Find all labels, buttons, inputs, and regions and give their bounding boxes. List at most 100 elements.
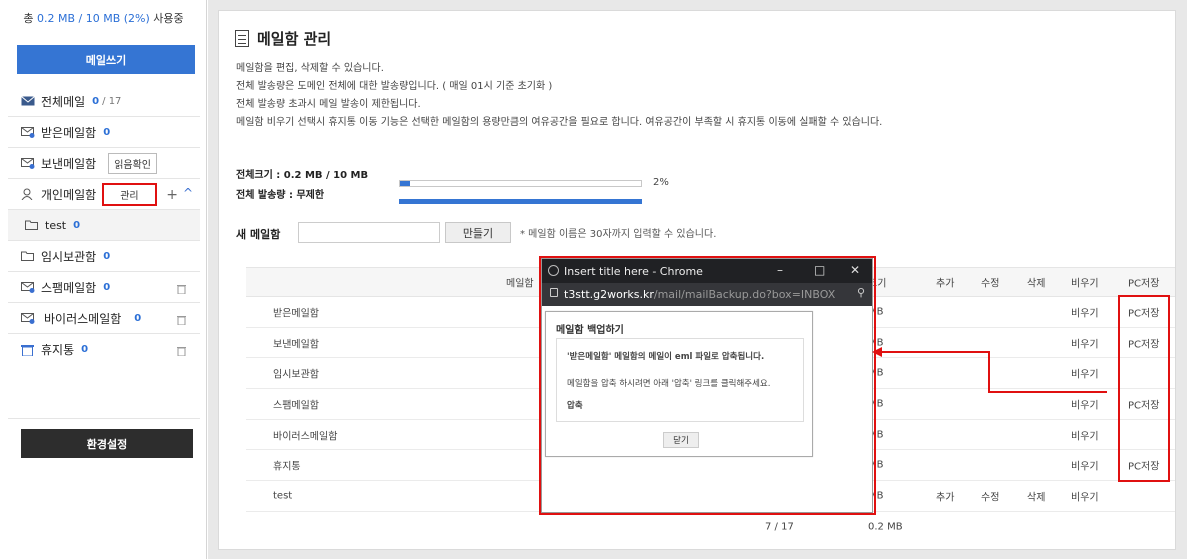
header-edit: 수정	[981, 278, 1000, 290]
maximize-icon[interactable]: □	[814, 263, 825, 277]
header-pc-save: PC저장	[1128, 278, 1160, 290]
usage-bar-fill	[400, 181, 410, 186]
row-name: 보낸메일함	[273, 339, 319, 351]
popup-message-line1: '받은메일함' 메일함의 메일이 eml 파일로 압축됩니다.	[567, 352, 765, 362]
send-bar	[399, 199, 642, 204]
page-title-text: 메일함 관리	[257, 30, 332, 48]
description-line: 전체 발송량은 도메인 전체에 대한 발송량입니다. ( 매일 01시 기준 초…	[236, 81, 553, 92]
sidebar-item-label: 보낸메일함	[41, 156, 97, 171]
edit-link[interactable]: 수정	[981, 488, 999, 503]
url-host: t3stt.g2works.kr	[564, 288, 654, 301]
table-footer: 7 / 17 0.2 MB	[246, 512, 1175, 542]
sidebar: 총 0.2 MB / 10 MB (2%) 사용중 메일쓰기 전체메일 0 / …	[0, 0, 207, 559]
chevron-up-icon[interactable]: ^	[183, 186, 193, 200]
divider	[8, 418, 200, 419]
manage-button[interactable]: 관리	[102, 182, 157, 206]
sidebar-item-spam[interactable]: 스팸메일함 0	[8, 272, 200, 303]
lock-icon	[550, 288, 558, 297]
user-folder-icon	[21, 188, 35, 201]
sidebar-item-inbox[interactable]: 받은메일함 0	[8, 117, 200, 148]
row-name: 스팸메일함	[273, 400, 319, 412]
drafts-folder-icon	[21, 250, 35, 262]
size-info: 전체크기 : 0.2 MB / 10 MB 전체 발송량 : 무제한	[236, 166, 368, 206]
close-icon[interactable]: ✕	[850, 263, 860, 277]
zoom-icon[interactable]: ⚲	[857, 286, 865, 299]
usage-value: 0.2 MB / 10 MB (2%)	[36, 12, 150, 25]
sidebar-item-all-mail[interactable]: 전체메일 0 / 17	[8, 86, 200, 117]
storage-usage: 총 0.2 MB / 10 MB (2%) 사용중	[0, 10, 207, 26]
popup-titlebar: Insert title here - Chrome – □ ✕	[542, 259, 872, 283]
header-empty: 비우기	[1071, 278, 1099, 290]
empty-link[interactable]: 비우기	[1071, 366, 1099, 381]
unread-count: 0	[103, 250, 111, 262]
document-icon	[235, 30, 249, 47]
sidebar-item-sent[interactable]: 보낸메일함 읽음확인	[8, 148, 200, 179]
sidebar-item-test[interactable]: test 0	[8, 210, 200, 241]
unread-count: 0	[92, 95, 100, 107]
sidebar-item-trash[interactable]: 휴지통 0	[8, 334, 200, 365]
popup-message-line2: 메일함을 압축 하시려면 아래 '압축' 링크를 클릭해주세요.	[567, 379, 771, 389]
usage-percent: 2%	[653, 177, 669, 188]
header-name: 메일함	[506, 278, 534, 290]
delete-link[interactable]: 삭제	[1027, 488, 1045, 503]
chrome-icon	[548, 265, 559, 276]
popup-message-box: '받은메일함' 메일함의 메일이 eml 파일로 압축됩니다. 메일함을 압축 …	[556, 338, 804, 422]
description-line: 메일함을 편집, 삭제할 수 있습니다.	[236, 63, 384, 74]
sidebar-item-label: 받은메일함	[41, 125, 97, 140]
virus-icon	[21, 312, 35, 324]
popup-window-title: Insert title here - Chrome	[564, 265, 703, 278]
trash-can-icon	[21, 344, 35, 356]
popup-address-bar[interactable]: t3stt.g2works.kr/mail/mailBackup.do?box=…	[542, 283, 872, 306]
description-line: 메일함 비우기 선택시 휴지통 이동 기능은 선택한 메일함의 용량만큼의 여유…	[236, 117, 883, 128]
mailbox-menu: 전체메일 0 / 17 받은메일함 0 보낸메일함 읽음확인 개인메일함 관리 …	[8, 86, 200, 365]
empty-link[interactable]: 비우기	[1071, 427, 1099, 442]
settings-button[interactable]: 환경설정	[21, 429, 193, 458]
main-area: 메일함 관리 메일함을 편집, 삭제할 수 있습니다. 전체 발송량은 도메인 …	[208, 0, 1187, 559]
total-size: 전체크기 : 0.2 MB / 10 MB	[236, 170, 369, 181]
create-button[interactable]: 만들기	[445, 222, 511, 243]
plus-icon[interactable]: +	[166, 187, 178, 203]
unread-count: 0	[103, 126, 111, 138]
trash-icon[interactable]	[177, 345, 186, 357]
sidebar-item-label: 바이러스메일함	[44, 311, 122, 326]
row-name: test	[273, 490, 293, 502]
usage-prefix: 총	[23, 12, 37, 25]
row-name: 바이러스메일함	[273, 431, 338, 443]
footer-count: 7 / 17	[765, 521, 794, 533]
empty-link[interactable]: 비우기	[1071, 488, 1099, 503]
total-send: 전체 발송량 : 무제한	[236, 190, 325, 201]
empty-link[interactable]: 비우기	[1071, 458, 1099, 473]
page-title: 메일함 관리	[235, 28, 331, 49]
add-link[interactable]: 추가	[936, 488, 954, 503]
row-name: 받은메일함	[273, 308, 319, 320]
trash-icon[interactable]	[177, 283, 186, 295]
trash-icon[interactable]	[177, 314, 186, 326]
empty-link[interactable]: 비우기	[1071, 304, 1099, 319]
folder-icon	[25, 219, 39, 231]
sidebar-item-virus[interactable]: 바이러스메일함 0	[8, 303, 200, 334]
total-count: / 17	[102, 95, 122, 107]
popup-close-button[interactable]: 닫기	[663, 432, 699, 448]
empty-link[interactable]: 비우기	[1071, 335, 1099, 350]
header-add: 추가	[936, 278, 955, 290]
spam-icon	[21, 281, 35, 293]
popup-dialog: 메일함 백업하기 '받은메일함' 메일함의 메일이 eml 파일로 압축됩니다.…	[545, 311, 813, 457]
inbox-icon	[21, 126, 35, 138]
row-name: 임시보관함	[273, 369, 319, 381]
unread-count: 0	[134, 312, 142, 324]
new-mailbox-input[interactable]	[298, 222, 440, 243]
minimize-icon[interactable]: –	[777, 263, 783, 277]
read-receipt-button[interactable]: 읽음확인	[108, 152, 158, 174]
unread-count: 0	[81, 344, 89, 355]
sidebar-item-personal[interactable]: 개인메일함 관리 + ^	[8, 179, 200, 210]
usage-bar	[399, 180, 642, 187]
new-mailbox-label: 새 메일함	[236, 228, 281, 241]
empty-link[interactable]: 비우기	[1071, 396, 1099, 411]
description: 메일함을 편집, 삭제할 수 있습니다. 전체 발송량은 도메인 전체에 대한 …	[236, 60, 882, 132]
new-mailbox-hint: * 메일함 이름은 30자까지 입력할 수 있습니다.	[520, 229, 717, 240]
backup-popup-window: Insert title here - Chrome – □ ✕ t3stt.g…	[541, 258, 873, 513]
compose-button[interactable]: 메일쓰기	[17, 45, 195, 74]
sidebar-item-label: 휴지통	[41, 343, 75, 357]
compress-link[interactable]: 압축	[567, 399, 583, 411]
sidebar-item-drafts[interactable]: 임시보관함 0	[8, 241, 200, 272]
